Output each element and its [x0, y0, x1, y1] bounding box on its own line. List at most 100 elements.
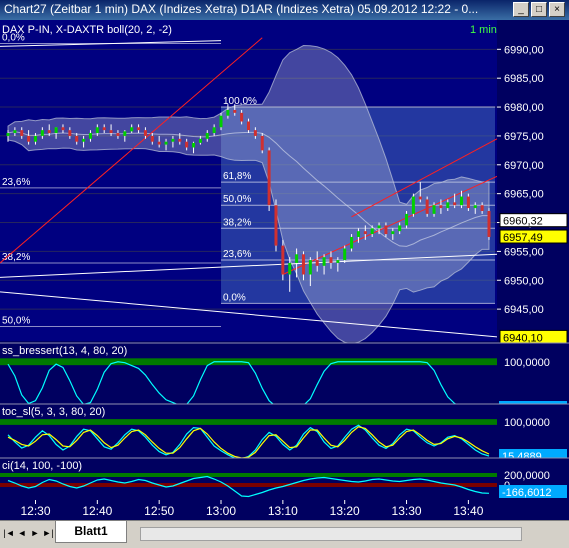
price-marker-label: 6960,32	[503, 216, 543, 228]
candle-body	[356, 231, 360, 237]
ci-current-label: -166,6012	[502, 487, 552, 499]
candle-body	[82, 138, 86, 142]
candle-body	[240, 112, 244, 122]
nav-last-button[interactable]: ►|	[42, 526, 54, 540]
candle-body	[391, 231, 395, 235]
candle-body	[150, 135, 154, 142]
candle-body	[350, 236, 354, 249]
candle-body	[123, 131, 127, 136]
candle-body	[192, 142, 196, 148]
sheet-tab-bar: |◄ ◄ ► ►| Blatt1	[0, 520, 569, 548]
candle-body	[473, 205, 477, 209]
candle-body	[13, 130, 17, 134]
fib-level-label: 23,6%	[2, 177, 30, 188]
candle-body	[95, 127, 99, 134]
price-legend: DAX P-IN, X-DAXTR boll(20, 2, -2)	[2, 24, 172, 36]
price-tick-label: 6980,00	[504, 102, 544, 114]
candle-body	[329, 257, 333, 263]
candle-body	[233, 109, 237, 113]
candle-body	[40, 130, 44, 136]
ci-oversold-zone	[0, 483, 497, 487]
candle-body	[377, 225, 381, 229]
price-axis-background	[497, 20, 569, 341]
price-tick-label: 6985,00	[504, 73, 544, 85]
candle-body	[411, 196, 415, 214]
candle-body	[288, 262, 292, 275]
candle-body	[226, 109, 230, 116]
candle-body	[418, 196, 422, 200]
candle-body	[164, 141, 168, 145]
ci-background	[0, 458, 569, 500]
candle-body	[171, 138, 175, 142]
candle-body	[343, 248, 347, 261]
candle-body	[212, 127, 216, 134]
time-tick-label: 13:40	[453, 504, 483, 518]
candle-body	[322, 257, 326, 266]
candle-body	[446, 202, 450, 209]
candle-body	[308, 260, 312, 275]
candle-body	[27, 135, 31, 142]
candle-body	[480, 205, 484, 211]
candle-body	[68, 130, 72, 136]
toc-legend: toc_sl(5, 3, 3, 80, 20)	[2, 406, 105, 418]
minimize-button[interactable]: _	[513, 2, 529, 17]
chart-canvas[interactable]: 0,0%23,6%38,2%50,0%100,0%61,8%50,0%38,2%…	[0, 20, 569, 520]
candle-body	[219, 115, 223, 128]
fib-level-label: 50,0%	[2, 315, 30, 326]
candle-body	[487, 210, 491, 237]
nav-first-button[interactable]: |◄	[3, 526, 15, 540]
candle-body	[61, 127, 65, 131]
candle-body	[47, 130, 51, 134]
candle-body	[102, 127, 106, 131]
candle-body	[295, 254, 299, 263]
fib-level-label: 38,2%	[223, 217, 251, 228]
candle-body	[466, 196, 470, 209]
candle-body	[109, 130, 113, 134]
candle-body	[205, 133, 209, 139]
candle-body	[54, 127, 58, 134]
window-title: Chart27 (Zeitbar 1 min) DAX (Indizes Xet…	[4, 2, 479, 16]
candle-body	[439, 205, 443, 209]
maximize-button[interactable]: □	[531, 2, 547, 17]
tab-blatt1[interactable]: Blatt1	[55, 521, 127, 543]
candle-body	[453, 202, 457, 206]
candle-body	[336, 260, 340, 263]
candle-body	[260, 135, 264, 151]
bressert-legend: ss_bressert(13, 4, 80, 20)	[2, 345, 127, 357]
candle-body	[20, 130, 24, 136]
candle-body	[157, 141, 161, 145]
time-tick-label: 13:00	[206, 504, 236, 518]
candle-body	[178, 138, 182, 142]
candle-body	[398, 225, 402, 232]
candle-body	[75, 135, 79, 142]
ci-panel[interactable]: ci(14, 100, -100)200,00000-166,6012	[0, 457, 569, 500]
fib-level-label: 0,0%	[223, 292, 246, 303]
chart-area[interactable]: 0,0% 23,6% 38,2% 50,0% 100,0% 61,8% 50,0% 38,2%…	[0, 20, 569, 520]
ci-legend: ci(14, 100, -100)	[2, 460, 82, 472]
candle-body	[405, 213, 409, 226]
title-bar[interactable]: Chart27 (Zeitbar 1 min) DAX (Indizes Xet…	[0, 0, 569, 20]
candle-body	[185, 141, 189, 148]
nav-prev-button[interactable]: ◄	[16, 526, 28, 540]
toc-overbought-zone	[0, 419, 497, 425]
candle-body	[274, 205, 278, 246]
candle-body	[425, 199, 429, 214]
price-tick-label: 6950,00	[504, 275, 544, 287]
horizontal-scrollbar[interactable]	[140, 527, 522, 541]
candle-body	[247, 121, 250, 131]
price-tick-label: 6945,00	[504, 304, 544, 316]
candle-body	[460, 196, 464, 206]
timeframe-label: 1 min	[470, 24, 497, 36]
candle-body	[130, 127, 134, 132]
price-panel[interactable]: 0,0%23,6%38,2%50,0%100,0%61,8%50,0%38,2%…	[0, 20, 569, 344]
candle-body	[33, 135, 37, 142]
nav-next-button[interactable]: ►	[29, 526, 41, 540]
price-tick-label: 6990,00	[504, 44, 544, 56]
close-button[interactable]: ×	[549, 2, 565, 17]
time-tick-label: 13:20	[330, 504, 360, 518]
candle-body	[301, 254, 305, 275]
time-axis: 12:30 12:40 12:50 13:00 13:10 13:20 13:30 13:40	[0, 500, 569, 520]
ci-tick-label: 200,0000	[504, 470, 550, 482]
time-tick-label: 13:30	[392, 504, 422, 518]
candle-body	[253, 130, 257, 136]
